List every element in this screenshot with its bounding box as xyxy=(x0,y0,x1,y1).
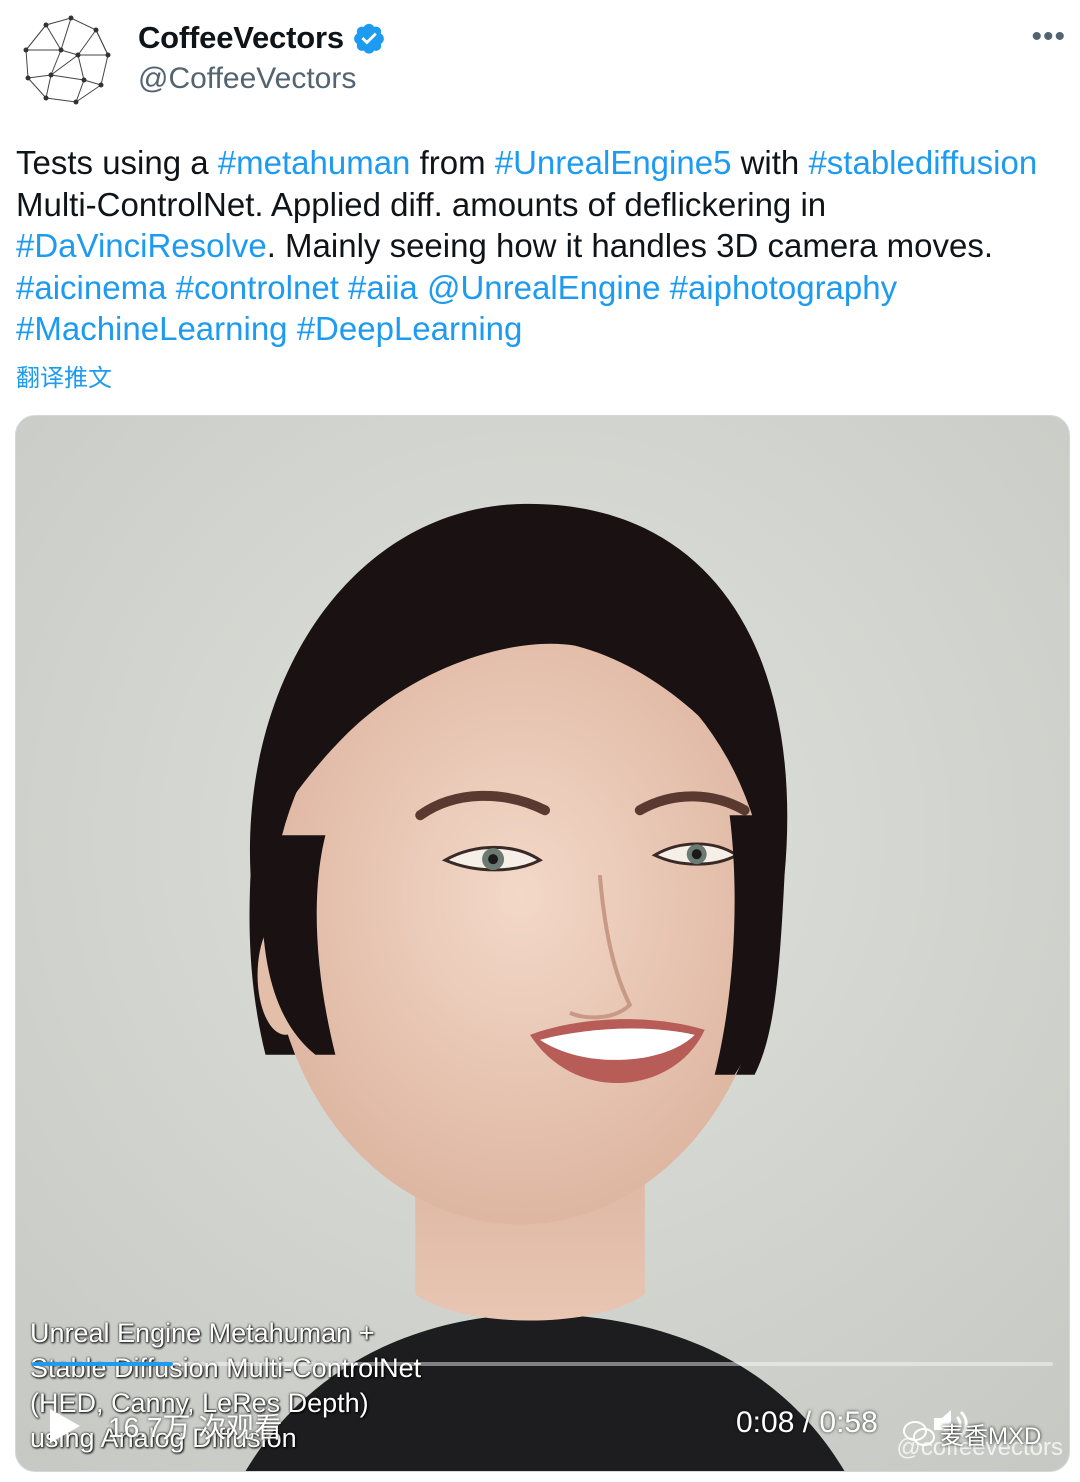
tweet-text-segment: with xyxy=(731,144,809,181)
tweet-link[interactable]: #MachineLearning xyxy=(16,310,288,347)
tweet-text-segment xyxy=(339,269,348,306)
tweet-text-segment: Tests using a xyxy=(16,144,218,181)
author-name-row[interactable]: CoffeeVectors xyxy=(138,20,386,56)
tweet-text-segment: from xyxy=(410,144,495,181)
tweet-link[interactable]: #aiia xyxy=(348,269,418,306)
tweet-link[interactable]: #metahuman xyxy=(218,144,411,181)
tweet-text-segment: Multi-ControlNet. Applied diff. amounts … xyxy=(16,185,827,223)
video-time: 0:08 / 0:58 xyxy=(736,1406,878,1439)
tweet-link[interactable]: #aiphotography xyxy=(670,269,898,306)
tweet-text-segment xyxy=(288,310,297,347)
tweet-link[interactable]: #aicinema xyxy=(16,269,166,306)
play-icon[interactable] xyxy=(44,1406,84,1446)
more-options-icon[interactable]: ••• xyxy=(1031,22,1066,52)
video-progress-bar[interactable] xyxy=(32,1362,1053,1366)
author-display-name[interactable]: CoffeeVectors xyxy=(138,20,344,56)
overlay-brand-text: 麦香MXD xyxy=(940,1423,1042,1450)
tweet-link[interactable]: #UnrealEngine5 xyxy=(495,144,732,181)
tweet-text-segment xyxy=(418,269,427,306)
avatar[interactable] xyxy=(16,10,116,110)
tweet-text-segment xyxy=(166,269,175,306)
tweet-text: Tests using a #metahuman from #UnrealEng… xyxy=(16,142,1066,350)
tweet-text-segment xyxy=(660,269,669,306)
tweet-link[interactable]: #controlnet xyxy=(176,269,339,306)
caption-line: Stable Diffusion Multi-ControlNet xyxy=(30,1353,422,1383)
chat-bubbles-icon xyxy=(903,1420,935,1446)
tweet-text-segment: . Mainly seeing how it handles 3D camera… xyxy=(266,227,994,264)
video-player[interactable]: Unreal Engine Metahuman + Stable Diffusio… xyxy=(15,415,1070,1472)
overlay-brand: 麦香MXD xyxy=(902,1416,1041,1451)
view-count: 16.7万 次观看 xyxy=(108,1412,283,1443)
translate-tweet-link[interactable]: 翻译推文 xyxy=(16,358,112,393)
tweet-link[interactable]: @UnrealEngine xyxy=(427,269,660,306)
caption-line: Unreal Engine Metahuman + xyxy=(30,1318,375,1348)
network-mesh-avatar-icon xyxy=(23,15,111,105)
tweet-link[interactable]: #DeepLearning xyxy=(297,310,523,347)
video-progress-fill xyxy=(32,1362,173,1366)
tweet-link[interactable]: #stablediffusion xyxy=(808,144,1037,181)
author-handle[interactable]: @CoffeeVectors xyxy=(138,62,356,96)
video-frame-portrait xyxy=(16,416,1069,1471)
verified-badge-icon xyxy=(354,23,384,54)
tweet-link[interactable]: #DaVinciResolve xyxy=(16,227,267,264)
